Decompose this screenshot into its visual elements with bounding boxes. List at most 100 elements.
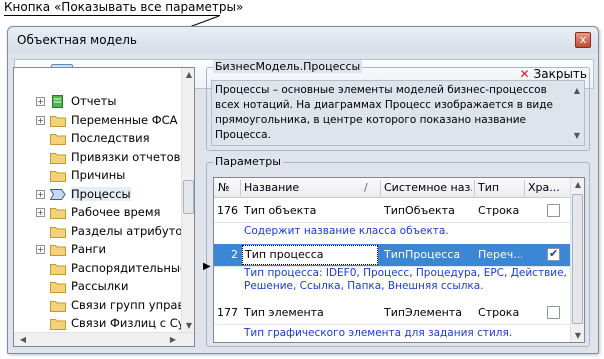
scroll-right-icon[interactable]: ▶ [166,335,180,344]
column-header-stored[interactable]: Хра... [528,181,568,194]
tree-item[interactable]: + Ранги [16,240,186,258]
tree-item[interactable]: Распорядительные [16,259,188,277]
scroll-left-icon[interactable]: ◀ [16,335,30,344]
tree-item-label: Ранги [71,242,107,256]
expand-plus-icon[interactable]: + [36,115,45,125]
callout-label: Кнопка «Показывать все параметры» [4,0,244,14]
folder-icon [50,225,66,238]
tree-item[interactable]: + Рабочее время [16,203,186,221]
param-description: Содержит название класса объекта. [244,225,449,237]
grid-header: № Название / Системное наз... Тип Хра... [214,178,570,198]
stored-checkbox[interactable] [547,247,560,261]
tree-item-label: Последствия [71,131,150,145]
tree-item-label: Привязки отчетов [71,149,181,164]
title-bar: Объектная модель x [8,27,598,53]
folder-icon [50,262,66,275]
tree-item-label: Связи групп управ [71,297,185,312]
expand-plus-icon[interactable]: + [36,245,45,254]
param-name[interactable]: Тип процесса [242,245,378,265]
param-system-name: ТипЭлемента [384,306,462,319]
object-tree[interactable]: + Отчеты + Переменные ФСА Последствия Привязк… [13,67,195,347]
description-scrollbar[interactable]: ▲ ▼ [570,81,584,145]
parameters-group: Параметры № Название / Системное наз... … [206,155,590,347]
tree-item-label: Распорядительные [71,260,188,275]
description-group: БизнесМодель.Процессы Процессы – основны… [206,60,590,151]
tree-item-label: Разделы атрибутов [71,223,190,238]
tree-item[interactable]: + Переменные ФСА [16,111,186,129]
tree-item[interactable]: Рассылки [16,277,186,295]
tree-item[interactable]: Последствия [16,129,186,147]
param-name[interactable]: Тип объекта [242,204,378,217]
param-number: 2 [231,248,238,261]
description-body: Процессы – основные элементы моделей биз… [215,84,553,141]
column-header-system-name[interactable]: Системное наз... [384,181,472,194]
parameters-group-title: Параметры [213,155,283,168]
tree-item[interactable]: Привязки отчетов [16,148,186,166]
scroll-down-icon[interactable]: ▼ [182,321,194,330]
expand-plus-icon[interactable]: + [36,97,45,106]
report-icon [50,95,66,108]
tree-item-label: Переменные ФСА [71,112,178,127]
tree-vertical-scrollbar[interactable]: ▲ ▼ [181,68,194,346]
tree-item[interactable]: Разделы атрибутов [16,222,190,240]
param-description: Тип графического элемента для задания ст… [244,327,513,339]
tree-item[interactable]: Связи групп управ [16,296,186,314]
folder-icon [50,206,66,219]
column-separator [524,180,525,196]
param-name[interactable]: Тип элемента [242,306,378,319]
folder-icon [50,132,66,145]
column-header-type[interactable]: Тип [478,181,499,194]
scroll-up-icon[interactable]: ▲ [182,70,194,79]
table-row[interactable]: 2 Тип процесса ТипПроцесса Переч... [214,244,570,266]
column-header-name[interactable]: Название [244,181,299,194]
folder-icon [50,169,66,182]
tree-item[interactable]: + Процессы [16,185,186,203]
column-separator [474,180,475,196]
tree-item[interactable]: Связи Физлиц с Су [16,314,186,332]
scroll-up-icon[interactable]: ▲ [570,83,584,98]
folder-icon [50,280,66,293]
param-number: 177 [217,306,238,319]
scroll-up-icon[interactable]: ▲ [571,180,584,189]
expand-plus-icon[interactable]: + [36,208,45,217]
param-type: Переч... [478,248,522,261]
sort-indicator-icon: / [364,181,368,194]
param-description: Решение, Ссылка, Папка, Внешняя ссылка. [244,280,484,292]
tree-item[interactable]: + Отчеты [16,92,186,110]
panel-splitter[interactable] [198,67,202,347]
row-divider [214,222,570,223]
tree-item-label: Процессы [71,186,131,201]
scroll-down-icon[interactable]: ▼ [570,128,584,143]
grid-vertical-scrollbar[interactable]: ▲ ▼ [570,178,584,342]
tree-item-label: Рассылки [71,279,129,293]
current-row-pointer-icon: ▶ [203,261,211,272]
param-type: Строка [478,306,520,319]
window-title: Объектная модель [17,33,137,47]
callout-underline [4,15,220,16]
table-row[interactable]: 177 Тип элемента ТипЭлемента Строка [214,302,570,324]
tree-horizontal-scrollbar[interactable]: ◀ ▶ [14,332,194,346]
column-header-num[interactable]: № [218,181,229,194]
row-divider [214,324,570,325]
folder-icon [50,317,66,330]
expand-plus-icon[interactable]: + [36,189,45,199]
scroll-down-icon[interactable]: ▼ [571,331,584,340]
column-separator [380,180,381,196]
stored-checkbox[interactable] [547,204,560,217]
folder-icon [50,243,66,256]
table-row[interactable]: 176 Тип объекта ТипОбъекта Строка [214,200,570,222]
folder-icon [50,299,66,312]
folder-icon [50,114,66,127]
description-text: Процессы – основные элементы моделей биз… [211,80,585,146]
parameters-grid[interactable]: № Название / Системное наз... Тип Хра...… [213,177,585,343]
grid-scroll-thumb[interactable] [572,194,583,324]
process-icon [49,188,66,201]
tree-scroll-thumb[interactable] [183,180,194,214]
param-system-name: ТипПроцесса [384,248,461,261]
param-description: Тип процесса: IDEF0, Процесс, Процедура,… [244,267,567,279]
tree-item[interactable]: Причины [16,166,186,184]
description-group-title: БизнесМодель.Процессы [213,60,363,73]
param-number: 176 [217,204,238,217]
stored-checkbox[interactable] [547,306,560,319]
window-close-button[interactable]: x [575,32,591,48]
